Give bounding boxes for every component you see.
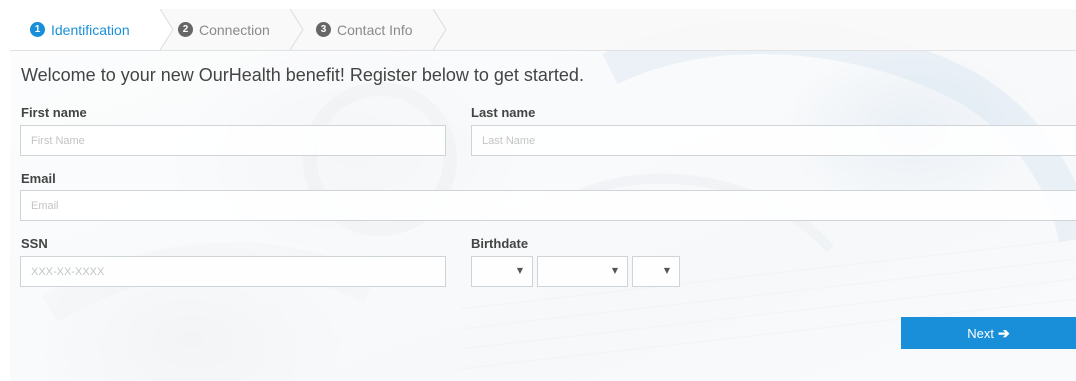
- tab-label: Connection: [199, 21, 270, 38]
- caret-down-icon: ▼: [516, 266, 523, 275]
- birthdate-label: Birthdate: [471, 236, 529, 251]
- tab-label: Contact Info: [337, 21, 413, 38]
- first-name-input[interactable]: [20, 125, 446, 156]
- email-label: Email: [21, 171, 56, 186]
- wizard-steps: 1 Identification 2 Connection 3 Contact …: [10, 9, 1076, 51]
- next-button[interactable]: Next ➔: [901, 317, 1076, 349]
- caret-down-icon: ▼: [663, 266, 670, 275]
- email-input[interactable]: [20, 190, 1076, 221]
- ssn-label: SSN: [21, 236, 48, 251]
- caret-down-icon: ▼: [611, 266, 618, 275]
- next-button-label: Next: [967, 325, 994, 341]
- tab-connection[interactable]: 2 Connection: [178, 9, 270, 50]
- step-number-badge: 3: [316, 22, 331, 37]
- ssn-input[interactable]: [20, 256, 446, 287]
- tab-contact-info[interactable]: 3 Contact Info: [316, 9, 413, 50]
- birthdate-year-select[interactable]: ▼: [632, 256, 680, 287]
- step-number-badge: 1: [30, 22, 45, 37]
- last-name-input[interactable]: [471, 125, 1076, 156]
- birthdate-day-select[interactable]: ▼: [537, 256, 628, 287]
- birthdate-month-select[interactable]: ▼: [471, 256, 533, 287]
- welcome-heading: Welcome to your new OurHealth benefit! R…: [21, 65, 584, 85]
- registration-panel: 1 Identification 2 Connection 3 Contact …: [10, 9, 1076, 381]
- tab-label: Identification: [51, 21, 130, 38]
- arrow-right-icon: ➔: [998, 324, 1010, 341]
- first-name-label: First name: [21, 105, 87, 120]
- last-name-label: Last name: [471, 105, 536, 120]
- step-number-badge: 2: [178, 22, 193, 37]
- tab-identification[interactable]: 1 Identification: [30, 9, 130, 50]
